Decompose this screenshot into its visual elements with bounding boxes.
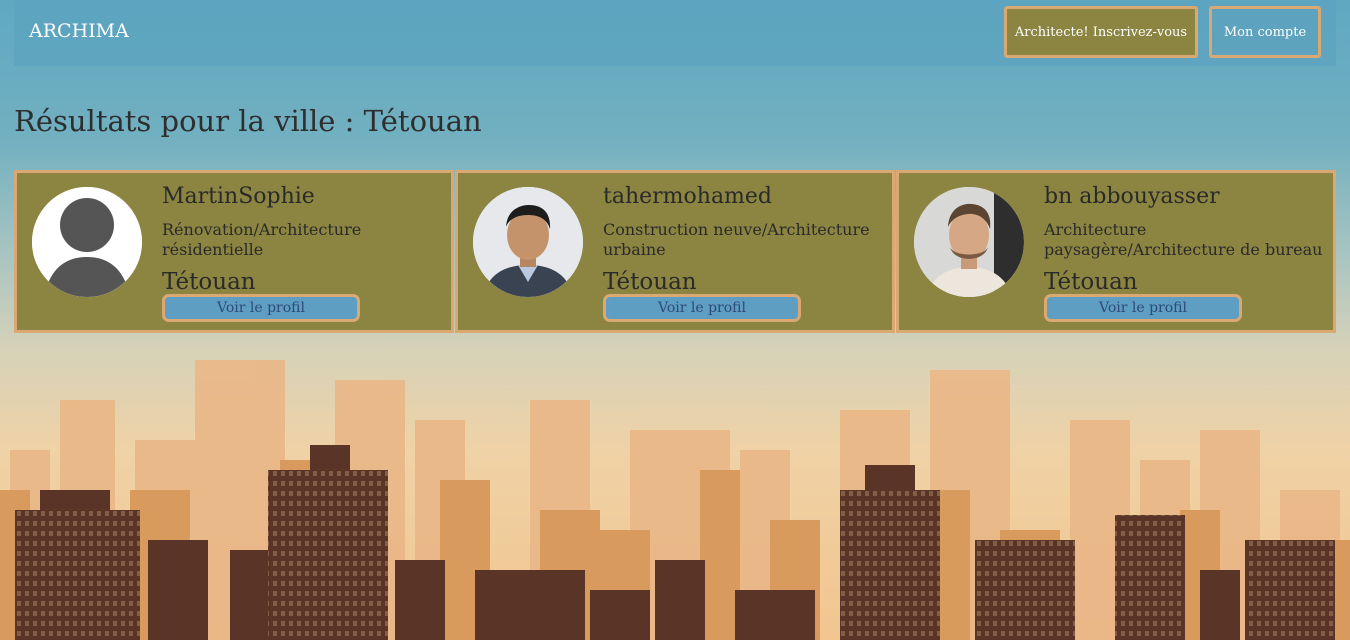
person-photo xyxy=(473,187,583,297)
view-profile-button[interactable]: Voir le profil xyxy=(1044,294,1242,322)
view-profile-button[interactable]: Voir le profil xyxy=(162,294,360,322)
architect-name: MartinSophie xyxy=(162,184,315,209)
avatar xyxy=(914,187,1024,297)
page-title: Résultats pour la ville : Tétouan xyxy=(14,104,482,138)
architect-name: tahermohamed xyxy=(603,184,773,209)
my-account-button[interactable]: Mon compte xyxy=(1209,6,1321,58)
avatar xyxy=(32,187,142,297)
architect-city: Tétouan xyxy=(603,269,697,295)
architect-city: Tétouan xyxy=(162,269,256,295)
brand-logo-text[interactable]: ARCHIMA xyxy=(29,20,129,42)
architect-city: Tétouan xyxy=(1044,269,1138,295)
architect-card: bn abbouyasser Architecture paysagère/Ar… xyxy=(896,170,1336,333)
architect-card: MartinSophie Rénovation/Architecture rés… xyxy=(14,170,454,333)
person-photo xyxy=(914,187,1024,297)
architect-specialty: Construction neuve/Architecture urbaine xyxy=(603,220,870,259)
architect-specialty: Architecture paysagère/Architecture de b… xyxy=(1044,220,1323,259)
top-navbar: ARCHIMA Architecte! Inscrivez-vous Mon c… xyxy=(14,0,1336,66)
architect-card: tahermohamed Construction neuve/Architec… xyxy=(455,170,895,333)
avatar xyxy=(473,187,583,297)
architect-specialty: Rénovation/Architecture résidentielle xyxy=(162,220,362,259)
default-user-icon xyxy=(32,187,142,297)
architect-name: bn abbouyasser xyxy=(1044,184,1220,209)
architect-register-button[interactable]: Architecte! Inscrivez-vous xyxy=(1004,6,1198,58)
view-profile-button[interactable]: Voir le profil xyxy=(603,294,801,322)
city-skyline-background xyxy=(0,360,1350,640)
